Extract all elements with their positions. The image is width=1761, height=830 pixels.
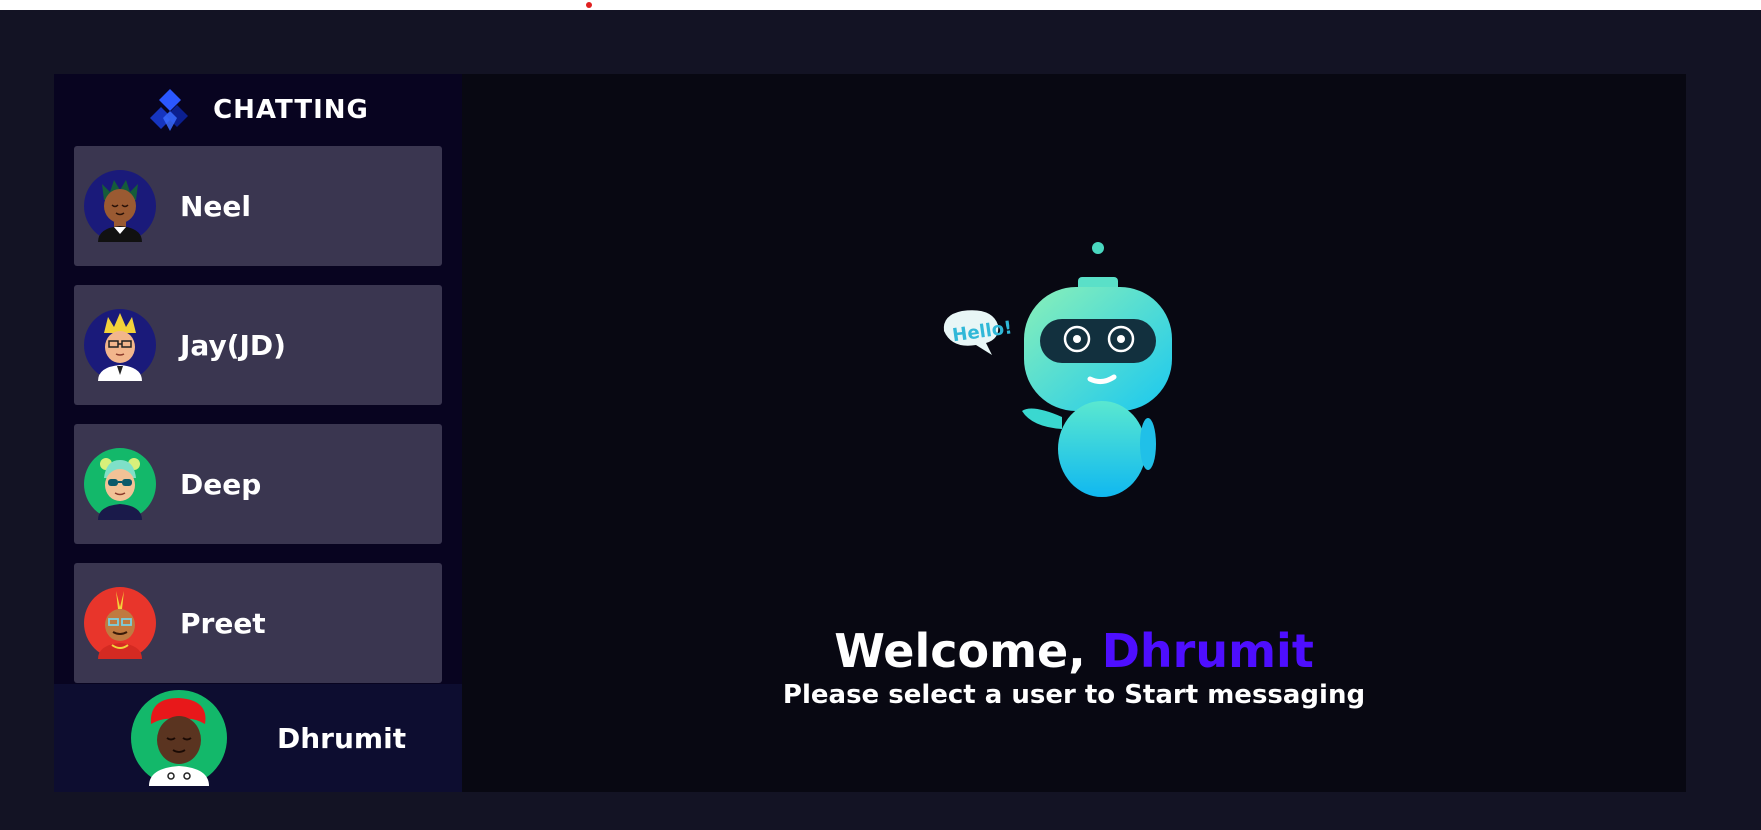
current-user-panel: Dhrumit — [54, 684, 462, 792]
welcome-message: Welcome, Dhrumit Please select a user to… — [462, 624, 1686, 710]
recording-dot-icon — [586, 2, 592, 8]
welcome-subtitle: Please select a user to Start messaging — [782, 680, 1366, 710]
contact-item-neel[interactable]: Neel — [74, 146, 442, 266]
robot-mascot-icon: Hello! — [943, 242, 1172, 497]
contact-item-jay[interactable]: Jay(JD) — [74, 285, 442, 405]
contact-list: Neel Jay(JD) Deep Preet — [54, 146, 462, 684]
welcome-panel: Hello! Welcome, Dhrumit Please select a … — [462, 74, 1686, 792]
avatar-icon — [84, 170, 156, 242]
diamond-stack-logo-icon — [150, 89, 189, 131]
contact-item-deep[interactable]: Deep — [74, 424, 442, 544]
welcome-greeting: Welcome, — [834, 624, 1102, 678]
browser-top-bar — [0, 0, 1761, 10]
contact-name: Neel — [180, 189, 252, 223]
brand-header: CHATTING — [54, 74, 462, 146]
brand-title: CHATTING — [213, 95, 369, 125]
current-user-name: Dhrumit — [277, 721, 407, 755]
contacts-sidebar: CHATTING Neel Jay(JD) Deep Preet Dhrumit — [54, 74, 462, 792]
avatar-icon — [84, 309, 156, 381]
avatar-icon — [84, 587, 156, 659]
avatar-icon — [84, 448, 156, 520]
contact-item-preet[interactable]: Preet — [74, 563, 442, 683]
chat-app-container: CHATTING Neel Jay(JD) Deep Preet Dhrumit… — [54, 74, 1686, 792]
welcome-heading: Welcome, Dhrumit — [462, 624, 1686, 678]
contact-name: Jay(JD) — [180, 328, 286, 362]
contact-name: Deep — [180, 467, 262, 501]
contact-name: Preet — [180, 606, 266, 640]
avatar-icon — [131, 690, 227, 786]
welcome-username: Dhrumit — [1101, 624, 1314, 678]
